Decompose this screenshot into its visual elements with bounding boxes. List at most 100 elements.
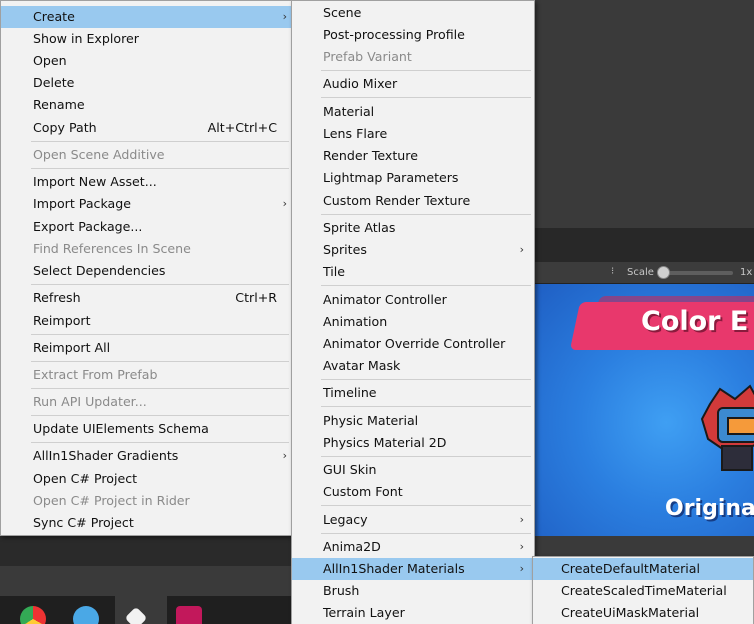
menu-item-label: Physic Material [323, 413, 419, 428]
shortcut-label: Alt+Ctrl+C [207, 120, 277, 135]
chevron-right-icon: › [519, 540, 524, 553]
menu-item-label: AllIn1Shader Materials [323, 561, 465, 576]
menu-item-label: Open Scene Additive [33, 147, 165, 162]
menu-item-run-api-updater: Run API Updater... [1, 391, 292, 413]
menu-item-label: Scene [323, 5, 362, 20]
menu-item-rename[interactable]: Rename [1, 94, 292, 116]
menu-item-reimport-all[interactable]: Reimport All [1, 337, 292, 359]
submenu-item-gui-skin[interactable]: GUI Skin [292, 459, 534, 481]
submenu-item-legacy[interactable]: Legacy › [292, 509, 534, 531]
menu-item-create[interactable]: Create › [1, 6, 292, 28]
menu-item-label: Rename [33, 97, 85, 112]
menu-item-show-in-explorer[interactable]: Show in Explorer [1, 28, 292, 50]
menu-item-open-csharp-project[interactable]: Open C# Project [1, 468, 292, 490]
menu-separator [321, 406, 531, 407]
menu-item-label: Timeline [323, 385, 377, 400]
menu-separator [321, 285, 531, 286]
menu-item-label: Select Dependencies [33, 263, 166, 278]
submenu-item-create-default-material[interactable]: CreateDefaultMaterial [533, 558, 753, 580]
submenu-item-post-processing-profile[interactable]: Post-processing Profile [292, 24, 534, 46]
submenu-item-lens-flare[interactable]: Lens Flare [292, 123, 534, 145]
app-icon[interactable] [73, 606, 99, 624]
menu-item-label: Run API Updater... [33, 394, 147, 409]
menu-item-label: CreateUiMaskMaterial [561, 605, 700, 620]
submenu-item-terrain-layer[interactable]: Terrain Layer [292, 602, 534, 624]
menu-separator [31, 442, 289, 443]
game-character-image [700, 384, 754, 471]
menu-separator [31, 168, 289, 169]
submenu-item-sprites[interactable]: Sprites › [292, 239, 534, 261]
submenu-item-sprite-atlas[interactable]: Sprite Atlas [292, 217, 534, 239]
menu-item-refresh[interactable]: Refresh Ctrl+R [1, 287, 292, 309]
context-menu: Create › Show in Explorer Open Delete Re… [0, 0, 293, 536]
menu-item-extract-from-prefab: Extract From Prefab [1, 364, 292, 386]
menu-item-label: Avatar Mask [323, 358, 401, 373]
submenu-item-tile[interactable]: Tile [292, 261, 534, 283]
submenu-item-animator-override-controller[interactable]: Animator Override Controller [292, 333, 534, 355]
menu-item-import-new-asset[interactable]: Import New Asset... [1, 171, 292, 193]
shortcut-label: Ctrl+R [235, 290, 277, 305]
menu-item-label: Export Package... [33, 219, 143, 234]
menu-item-find-references: Find References In Scene [1, 238, 292, 260]
submenu-item-physics-material-2d[interactable]: Physics Material 2D [292, 432, 534, 454]
menu-item-update-uielements-schema[interactable]: Update UIElements Schema [1, 418, 292, 440]
chevron-right-icon: › [282, 449, 287, 462]
scale-slider-handle[interactable] [657, 266, 670, 279]
menu-separator [321, 456, 531, 457]
submenu-item-custom-render-texture[interactable]: Custom Render Texture [292, 190, 534, 212]
menu-item-reimport[interactable]: Reimport [1, 310, 292, 332]
chevron-right-icon: › [282, 197, 287, 210]
menu-item-label: Anima2D [323, 539, 381, 554]
game-view[interactable]: Color E Original [535, 284, 754, 536]
submenu-item-animation[interactable]: Animation [292, 311, 534, 333]
menu-item-open[interactable]: Open [1, 50, 292, 72]
chrome-icon[interactable] [20, 606, 46, 624]
menu-item-label: Create [33, 9, 75, 24]
menu-separator [31, 361, 289, 362]
chevron-right-icon: › [519, 513, 524, 526]
submenu-item-anima2d[interactable]: Anima2D › [292, 536, 534, 558]
menu-item-label: Extract From Prefab [33, 367, 158, 382]
submenu-item-audio-mixer[interactable]: Audio Mixer [292, 73, 534, 95]
menu-item-label: Sprite Atlas [323, 220, 396, 235]
submenu-item-animator-controller[interactable]: Animator Controller [292, 289, 534, 311]
submenu-item-render-texture[interactable]: Render Texture [292, 145, 534, 167]
create-submenu: Scene Post-processing Profile Prefab Var… [291, 0, 535, 624]
menu-separator [321, 70, 531, 71]
menu-separator [31, 415, 289, 416]
menu-item-label: Sync C# Project [33, 515, 134, 530]
menu-item-label: Open [33, 53, 67, 68]
menu-separator [321, 505, 531, 506]
submenu-item-lightmap-parameters[interactable]: Lightmap Parameters [292, 167, 534, 189]
menu-item-import-package[interactable]: Import Package › [1, 193, 292, 215]
menu-item-export-package[interactable]: Export Package... [1, 216, 292, 238]
menu-item-open-scene-additive: Open Scene Additive [1, 144, 292, 166]
menu-item-sync-csharp-project[interactable]: Sync C# Project [1, 512, 292, 534]
menu-separator [321, 379, 531, 380]
submenu-item-create-ui-mask-material[interactable]: CreateUiMaskMaterial [533, 602, 753, 624]
menu-item-select-dependencies[interactable]: Select Dependencies [1, 260, 292, 282]
submenu-item-create-scaled-time-material[interactable]: CreateScaledTimeMaterial [533, 580, 753, 602]
rider-icon[interactable] [176, 606, 202, 624]
submenu-item-timeline[interactable]: Timeline [292, 382, 534, 404]
submenu-item-allin1shader-materials[interactable]: AllIn1Shader Materials › [292, 558, 534, 580]
submenu-item-brush[interactable]: Brush [292, 580, 534, 602]
submenu-item-custom-font[interactable]: Custom Font [292, 481, 534, 503]
pin-icon[interactable]: ⁝ [611, 266, 614, 277]
menu-item-label: Custom Font [323, 484, 403, 499]
game-title: Color E [641, 306, 749, 337]
scale-label: Scale [627, 267, 654, 278]
zoom-label: 1x [740, 267, 753, 278]
scale-slider[interactable] [663, 271, 733, 275]
submenu-item-physic-material[interactable]: Physic Material [292, 410, 534, 432]
menu-item-label: Tile [323, 264, 346, 279]
menu-item-label: CreateScaledTimeMaterial [561, 583, 727, 598]
chevron-right-icon: › [519, 562, 524, 575]
submenu-item-scene[interactable]: Scene [292, 2, 534, 24]
menu-item-label: Post-processing Profile [323, 27, 465, 42]
menu-item-copy-path[interactable]: Copy Path Alt+Ctrl+C [1, 117, 292, 139]
menu-item-allin1shader-gradients[interactable]: AllIn1Shader Gradients › [1, 445, 292, 467]
menu-item-delete[interactable]: Delete [1, 72, 292, 94]
submenu-item-avatar-mask[interactable]: Avatar Mask [292, 355, 534, 377]
submenu-item-material[interactable]: Material [292, 101, 534, 123]
